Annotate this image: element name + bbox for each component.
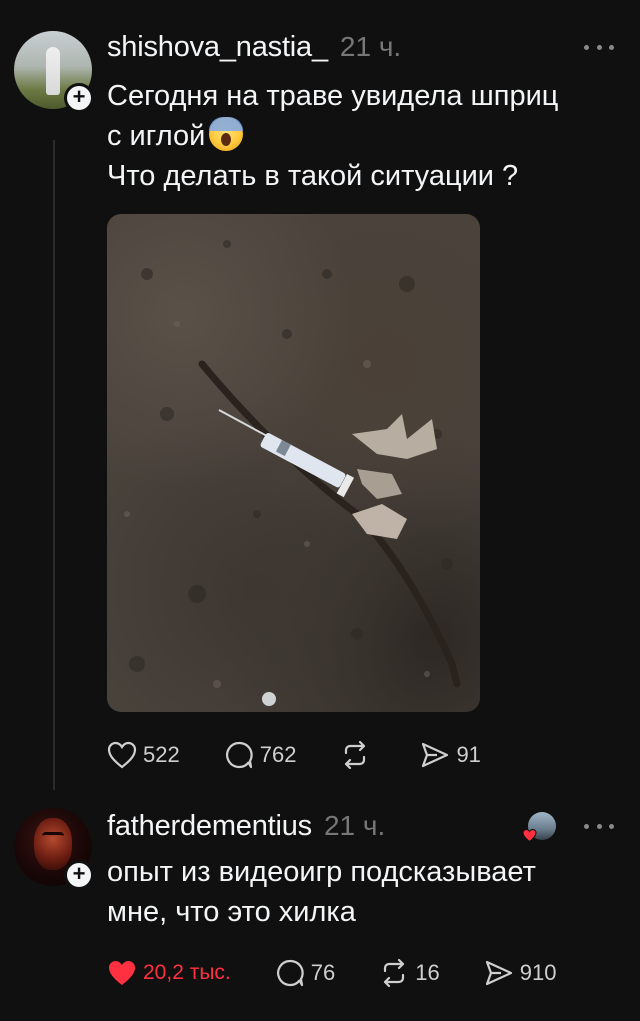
like-button[interactable]: 522 [107, 741, 180, 769]
avatar-photo [46, 47, 60, 95]
repost-button[interactable]: 16 [379, 959, 440, 987]
post-actions: 20,2 тыс. 76 16 910 [107, 958, 600, 988]
follow-plus-icon[interactable]: + [64, 83, 94, 113]
post-text-line: Что делать в такой ситуации ? [107, 160, 519, 192]
like-count: 522 [143, 742, 180, 767]
comment-icon [276, 959, 304, 987]
reply-button[interactable]: 762 [224, 740, 297, 770]
more-dots-icon[interactable] [584, 40, 614, 54]
repost-icon [384, 959, 405, 987]
like-button[interactable]: 20,2 тыс. [107, 959, 231, 987]
repost-icon [345, 741, 366, 769]
timestamp: 21 ч. [339, 31, 402, 62]
post-text-line: с иглой [107, 116, 607, 156]
post-image[interactable] [107, 214, 480, 712]
share-count: 91 [456, 742, 481, 767]
share-button[interactable]: 910 [484, 959, 557, 987]
repost-count: 16 [415, 960, 440, 985]
reply-count: 762 [259, 742, 297, 767]
thread-connector-line [53, 140, 55, 790]
heart-filled-icon [109, 961, 135, 985]
post-text: Сегодня на траве увидела шприц с иглой Ч… [107, 76, 607, 196]
screaming-face-emoji-icon [209, 117, 244, 151]
follow-plus-icon[interactable]: + [64, 860, 94, 890]
repost-button[interactable] [340, 741, 376, 769]
reply-count: 76 [310, 960, 336, 985]
send-icon [485, 960, 512, 986]
heart-icon [107, 741, 137, 769]
post-text-fragment: с иглой [107, 120, 206, 152]
syringe-photo [124, 240, 461, 706]
more-dots-icon[interactable] [584, 819, 614, 833]
post-text-line: опыт из видеоигр подсказывает [107, 856, 536, 888]
avatar-photo [34, 818, 72, 870]
post-header: shishova_nastia_ 21 ч. [107, 31, 401, 64]
comment-icon [225, 741, 253, 769]
liked-by-heart-icon [522, 828, 537, 843]
timestamp: 21 ч. [323, 810, 386, 841]
post-text-line: мне, что это хилка [107, 896, 356, 928]
post-text: опыт из видеоигр подсказывает мне, что э… [107, 852, 607, 932]
like-count: 20,2 тыс. [143, 961, 231, 984]
thread-feed: + shishova_nastia_ 21 ч. Сегодня на трав… [0, 0, 640, 1021]
username[interactable]: fatherdementius [107, 810, 312, 843]
post-header: fatherdementius 21 ч. [107, 810, 385, 843]
post-text-line: Сегодня на траве увидела шприц [107, 80, 559, 112]
share-button[interactable]: 91 [420, 741, 481, 769]
post-actions: 522 762 91 [107, 740, 525, 770]
username[interactable]: shishova_nastia_ [107, 31, 328, 64]
send-icon [422, 742, 449, 768]
reply-button[interactable]: 76 [275, 958, 335, 988]
share-count: 910 [519, 960, 557, 985]
